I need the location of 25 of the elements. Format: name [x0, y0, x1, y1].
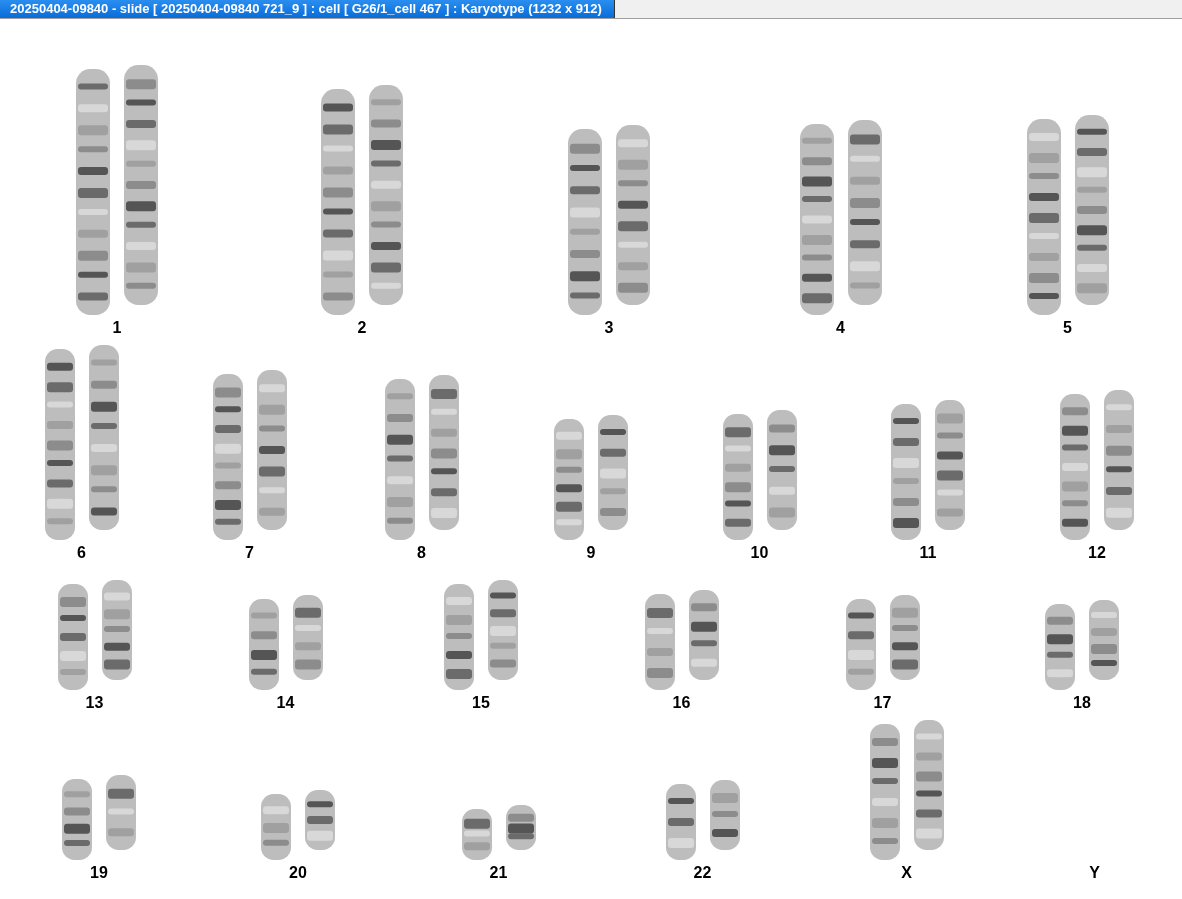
- window-title: 20250404-09840 - slide [ 20250404-09840 721_9 ] : cell [ G26/1_cell 467 ] : Karyotype (1232 x 912): [0, 0, 615, 18]
- chromosome-label: 14: [276, 694, 295, 712]
- chromosome-label: 20: [289, 864, 307, 882]
- chromosome-label: 6: [77, 544, 86, 562]
- chromosome-label: 12: [1088, 544, 1106, 562]
- chromosome-label: 16: [672, 694, 691, 712]
- chromosome-label: 9: [586, 544, 596, 562]
- chromosome-label: 1: [112, 319, 122, 337]
- chromosome-label: 21: [489, 864, 508, 882]
- chromosome-label: 7: [245, 544, 254, 562]
- chromosome-label: 4: [836, 319, 845, 337]
- chromosome-label: 2: [357, 319, 367, 337]
- chromosome-label: 3: [604, 319, 614, 337]
- chromosome-label: 13: [85, 694, 104, 712]
- chromosome-label: X: [901, 864, 912, 882]
- chromosome-label: 18: [1073, 694, 1091, 712]
- chromosome-label: Y: [1089, 864, 1100, 882]
- chromosome-label: 17: [873, 694, 892, 712]
- chromosome-label: 15: [472, 694, 490, 712]
- chromosome-label: 5: [1063, 319, 1072, 337]
- chromosome-label: 19: [90, 864, 108, 882]
- chromosome-label: 11: [919, 544, 937, 562]
- chromosome-label: 8: [417, 544, 426, 562]
- chromosome-label: 10: [750, 544, 769, 562]
- chromosome-label: 22: [693, 864, 712, 882]
